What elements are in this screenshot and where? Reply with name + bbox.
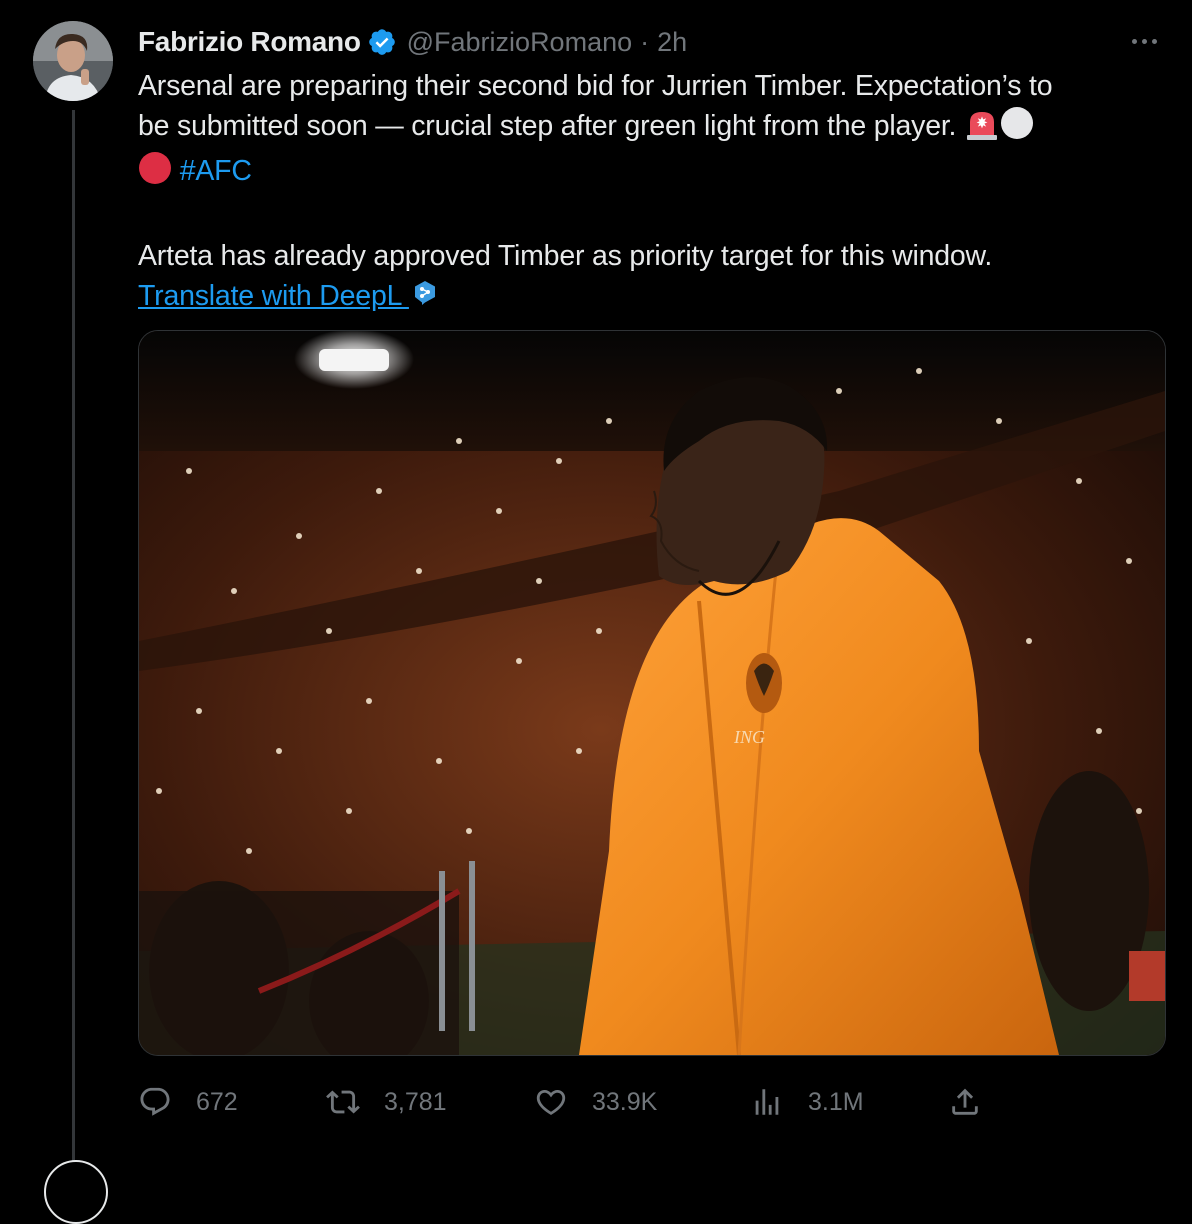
views-chart-icon	[755, 1089, 779, 1115]
separator: ·	[640, 26, 650, 57]
author-avatar[interactable]	[33, 21, 113, 101]
tweet-text-line2: be submitted soon — crucial step after g…	[138, 110, 957, 142]
heart-icon	[536, 1089, 566, 1115]
views-button[interactable]: 3.1M	[750, 1082, 864, 1122]
tweet-header: Fabrizio Romano @FabrizioRomano · 2h	[138, 22, 687, 62]
tweet-text-line1: Arsenal are preparing their second bid f…	[138, 70, 1053, 102]
translate-link[interactable]: Translate with DeepL	[138, 280, 409, 312]
retweet-icon	[326, 1090, 360, 1114]
like-count: 33.9K	[592, 1087, 658, 1116]
author-name[interactable]: Fabrizio Romano	[138, 26, 361, 58]
next-tweet-avatar[interactable]	[44, 1160, 108, 1224]
share-button[interactable]	[948, 1082, 982, 1122]
more-options-button[interactable]	[1124, 24, 1164, 58]
tweet[interactable]: Fabrizio Romano @FabrizioRomano · 2h Ars…	[0, 0, 1192, 1168]
tweet-image[interactable]: ING	[138, 330, 1166, 1056]
reply-icon	[140, 1087, 170, 1116]
jacket-logo-text: ING	[733, 727, 765, 747]
more-dot	[1141, 38, 1147, 44]
author-handle[interactable]: @FabrizioRomano	[407, 27, 633, 58]
share-icon	[952, 1088, 978, 1115]
more-dot	[1131, 38, 1137, 44]
player-photo: ING	[139, 331, 1165, 1055]
views-count: 3.1M	[808, 1087, 864, 1116]
tweet-actions: 672 3,781 33.9K 3.1M	[138, 1082, 1168, 1122]
like-button[interactable]: 33.9K	[534, 1082, 657, 1122]
avatar-photo	[33, 21, 113, 101]
deepl-icon[interactable]	[413, 277, 437, 305]
red-circle-emoji	[138, 151, 172, 196]
more-dot	[1151, 38, 1157, 44]
thread-line	[72, 110, 75, 1168]
police-light-emoji	[964, 108, 1000, 151]
reply-button[interactable]: 672	[138, 1082, 238, 1122]
verified-badge-icon	[368, 29, 395, 55]
retweet-button[interactable]: 3,781	[326, 1082, 447, 1122]
white-circle-emoji	[1000, 106, 1034, 151]
reply-count: 672	[196, 1087, 238, 1116]
tweet-time[interactable]: 2h	[657, 27, 687, 58]
retweet-count: 3,781	[384, 1087, 447, 1116]
hashtag-link[interactable]: #AFC	[180, 155, 252, 187]
tweet-text-paragraph2: Arteta has already approved Timber as pr…	[138, 240, 993, 272]
tweet-text: Arsenal are preparing their second bid f…	[138, 66, 1168, 316]
